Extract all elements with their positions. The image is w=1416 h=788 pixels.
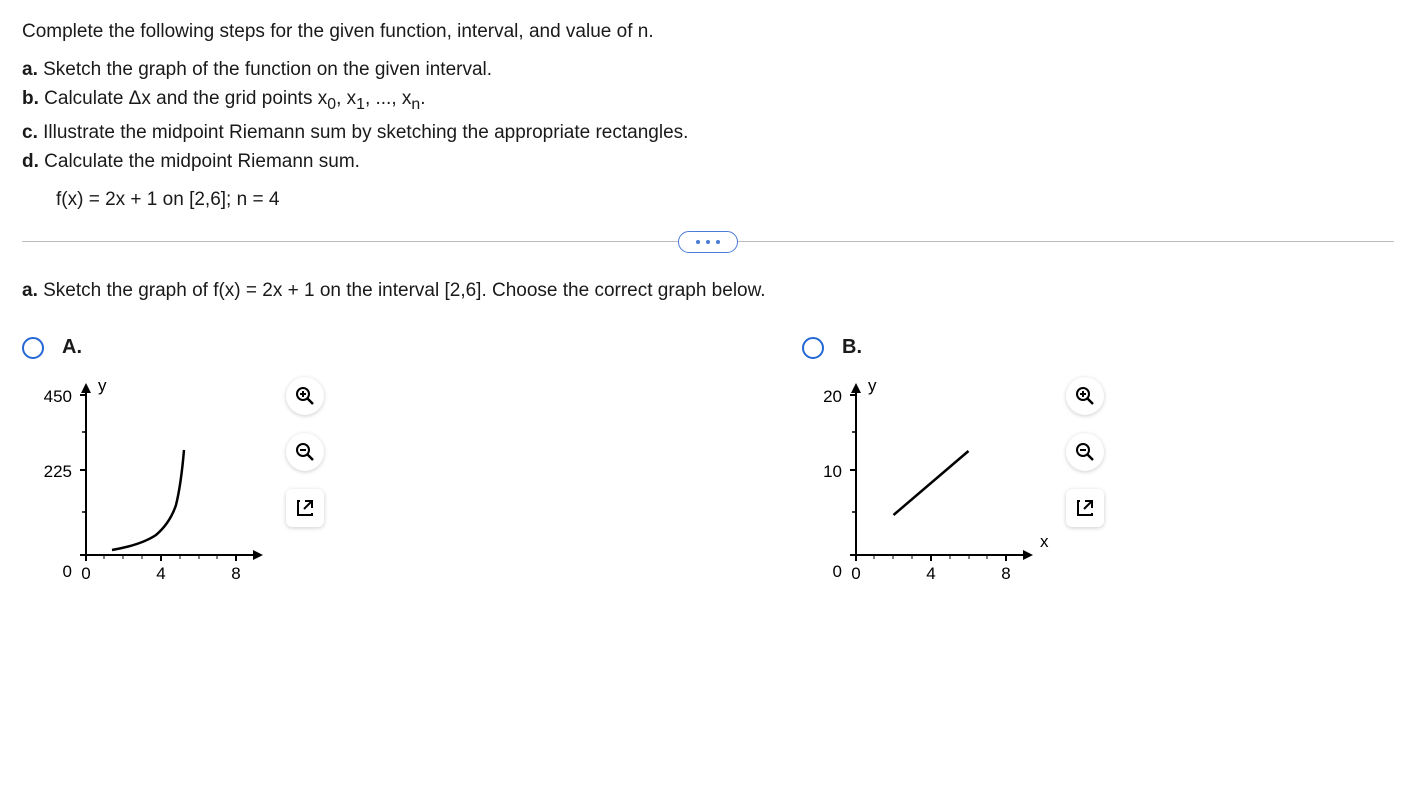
dot-icon (716, 240, 720, 244)
section-divider (22, 241, 1394, 242)
radio-b[interactable] (802, 337, 824, 359)
part-c-line: c. Illustrate the midpoint Riemann sum b… (22, 119, 1394, 147)
zoom-out-button[interactable] (1066, 433, 1104, 471)
graph-a-xtick-1: 4 (156, 564, 165, 583)
part-b-suffix: . (420, 88, 425, 109)
popout-icon (296, 499, 314, 517)
graph-a-xtick-2: 8 (231, 564, 240, 583)
graph-b-ytick-1: 10 (823, 462, 842, 481)
graph-a-ytick-0: 0 (63, 562, 72, 581)
function-definition: f(x) = 2x + 1 on [2,6]; n = 4 (22, 186, 1394, 214)
radio-a[interactable] (22, 337, 44, 359)
question-stem: Complete the following steps for the giv… (22, 18, 1394, 213)
option-b-header: B. (802, 336, 1142, 359)
popout-icon (1076, 499, 1094, 517)
graph-b-ytick-2: 20 (823, 387, 842, 406)
option-a-label: A. (62, 336, 82, 359)
graph-a-xtick-0: 0 (81, 564, 90, 583)
popout-button[interactable] (1066, 489, 1104, 527)
zoom-in-icon (295, 386, 315, 406)
expand-button[interactable] (678, 231, 738, 253)
part-c-text: Illustrate the midpoint Riemann sum by s… (38, 122, 689, 143)
part-a-label: a. (22, 59, 38, 80)
popout-button[interactable] (286, 489, 324, 527)
part-a-line: a. Sketch the graph of the function on t… (22, 56, 1394, 84)
dot-icon (696, 240, 700, 244)
part-b-mid1: , x (336, 88, 356, 109)
zoom-out-icon (295, 442, 315, 462)
part-c-label: c. (22, 122, 38, 143)
option-b-label: B. (842, 336, 862, 359)
zoom-out-icon (1075, 442, 1095, 462)
graph-b-ylabel: y (868, 376, 877, 395)
part-a-prompt-label: a. (22, 280, 38, 301)
option-a: A. (22, 336, 362, 595)
part-b-sub1: 1 (356, 96, 365, 113)
zoom-in-button[interactable] (1066, 377, 1104, 415)
graph-a-tools (286, 377, 324, 527)
zoom-in-icon (1075, 386, 1095, 406)
options-row: A. (22, 336, 1394, 595)
option-a-header: A. (22, 336, 362, 359)
graph-b-ytick-0: 0 (833, 562, 842, 581)
graph-b: y x 0 10 20 0 4 8 (810, 375, 1050, 595)
intro-text: Complete the following steps for the giv… (22, 18, 1394, 46)
graph-a: y x 0 225 450 0 4 8 (30, 375, 270, 595)
part-b-line: b. Calculate Δx and the grid points x0, … (22, 85, 1394, 117)
part-b-subn: n (411, 96, 420, 113)
part-a-prompt-text: Sketch the graph of f(x) = 2x + 1 on the… (38, 280, 766, 301)
graph-a-ylabel: y (98, 376, 107, 395)
option-b: B. (802, 336, 1142, 595)
graph-b-xtick-1: 4 (926, 564, 935, 583)
part-d-label: d. (22, 151, 39, 172)
graph-b-xtick-2: 8 (1001, 564, 1010, 583)
part-b-mid2: , ..., x (365, 88, 411, 109)
option-b-graph-block: y x 0 10 20 0 4 8 (802, 375, 1142, 595)
graph-b-xtick-0: 0 (851, 564, 860, 583)
zoom-out-button[interactable] (286, 433, 324, 471)
part-b-prefix: Calculate Δx and the grid points x (39, 88, 327, 109)
graph-a-ytick-1: 225 (44, 462, 72, 481)
option-a-graph-block: y x 0 225 450 0 4 8 (22, 375, 362, 595)
part-b-sub0: 0 (327, 96, 336, 113)
part-a-prompt: a. Sketch the graph of f(x) = 2x + 1 on … (22, 280, 1394, 302)
part-b-label: b. (22, 88, 39, 109)
zoom-in-button[interactable] (286, 377, 324, 415)
graph-a-ytick-2: 450 (44, 387, 72, 406)
part-d-line: d. Calculate the midpoint Riemann sum. (22, 148, 1394, 176)
graph-b-xlabel: x (1040, 532, 1049, 551)
parts-list: a. Sketch the graph of the function on t… (22, 56, 1394, 176)
part-d-text: Calculate the midpoint Riemann sum. (39, 151, 360, 172)
dot-icon (706, 240, 710, 244)
graph-b-tools (1066, 377, 1104, 527)
part-a-text: Sketch the graph of the function on the … (38, 59, 492, 80)
